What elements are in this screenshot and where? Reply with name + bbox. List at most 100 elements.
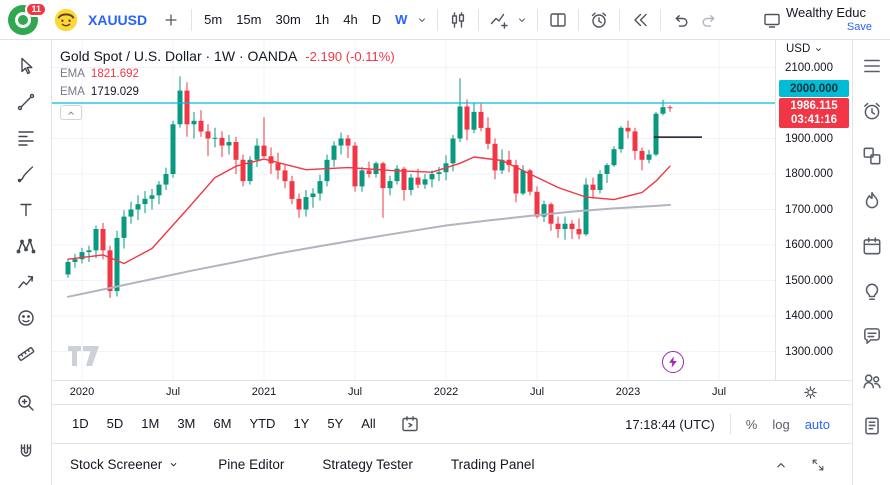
- price-tick: 1800.000: [785, 166, 833, 182]
- interval-30m[interactable]: 30m: [269, 8, 306, 32]
- alerts-panel[interactable]: [856, 91, 888, 131]
- interval-4h[interactable]: 4h: [337, 8, 363, 32]
- indicator-legend-row[interactable]: EMA1821.692: [60, 66, 395, 82]
- alert-clock-button[interactable]: [585, 6, 613, 34]
- tab-strategy-tester[interactable]: Strategy Tester: [322, 457, 413, 472]
- user-avatar[interactable]: [54, 8, 78, 32]
- chevron-down-icon: [167, 458, 180, 471]
- auto-scale-toggle[interactable]: auto: [805, 417, 830, 432]
- gear-icon[interactable]: [802, 384, 819, 401]
- indicator-legend: EMA1821.692 EMA1719.029: [60, 66, 395, 100]
- time-tick-Jul[interactable]: Jul: [712, 386, 726, 398]
- hotlists-panel[interactable]: [856, 181, 888, 221]
- range-5Y[interactable]: 5Y: [319, 411, 351, 437]
- clock[interactable]: 17:18:44 (UTC): [625, 417, 715, 432]
- log-scale-toggle[interactable]: log: [772, 417, 789, 432]
- chart-change: -2.190 (-0.11%): [305, 49, 394, 64]
- zoom-tool[interactable]: [7, 385, 45, 421]
- interval-D[interactable]: D: [366, 8, 387, 32]
- emoji-tool[interactable]: [7, 300, 45, 336]
- save-layout-button[interactable]: [758, 6, 786, 34]
- measure-tool[interactable]: [7, 336, 45, 372]
- tab-label: Strategy Tester: [322, 457, 413, 472]
- tab-pine-editor[interactable]: Pine Editor: [218, 457, 284, 472]
- time-tick-2023[interactable]: 2023: [616, 386, 640, 398]
- community-panel[interactable]: [856, 361, 888, 401]
- separator: [437, 9, 438, 31]
- range-1Y[interactable]: 1Y: [285, 411, 317, 437]
- time-tick-2020[interactable]: 2020: [70, 386, 94, 398]
- percent-scale-toggle[interactable]: %: [746, 417, 758, 432]
- xabcd-pattern-tool[interactable]: [7, 228, 45, 264]
- currency-label: USD: [786, 43, 810, 55]
- chevron-down-button[interactable]: [513, 6, 531, 34]
- chevron-up-icon[interactable]: [772, 456, 790, 474]
- trend-line-tool[interactable]: [7, 84, 45, 120]
- range-6M[interactable]: 6M: [205, 411, 239, 437]
- interval-W[interactable]: W: [389, 8, 413, 32]
- interval-15m[interactable]: 15m: [230, 8, 267, 32]
- tab-trading-panel[interactable]: Trading Panel: [451, 457, 535, 472]
- brush-tool[interactable]: [7, 156, 45, 192]
- chart-title-row[interactable]: Gold Spot / U.S. Dollar · 1W · OANDA -2.1…: [60, 48, 395, 64]
- date-range-switcher: 1D5D1M3M6MYTD1Y5YAll: [64, 411, 384, 437]
- fib-icon: [16, 128, 36, 148]
- interval-1h[interactable]: 1h: [309, 8, 335, 32]
- indicators-button[interactable]: [485, 6, 513, 34]
- text-tool[interactable]: [7, 192, 45, 228]
- magnet-tool[interactable]: [7, 434, 45, 470]
- layout-grid-icon: [548, 10, 568, 30]
- zoom-icon: [16, 393, 36, 413]
- maximize-icon[interactable]: [810, 457, 826, 473]
- symbol-button[interactable]: XAUUSD: [88, 12, 147, 28]
- replay-button[interactable]: [626, 6, 654, 34]
- interval-5m[interactable]: 5m: [198, 8, 228, 32]
- time-tick-2022[interactable]: 2022: [434, 386, 458, 398]
- calendar-panel[interactable]: [856, 226, 888, 266]
- time-tick-Jul[interactable]: Jul: [166, 386, 180, 398]
- time-tick-Jul[interactable]: Jul: [348, 386, 362, 398]
- range-All[interactable]: All: [353, 411, 383, 437]
- range-3M[interactable]: 3M: [169, 411, 203, 437]
- undo-button[interactable]: [667, 6, 695, 34]
- app-logo[interactable]: 11: [8, 5, 38, 35]
- indicator-name: EMA: [60, 68, 85, 80]
- cursor-tool[interactable]: [7, 48, 45, 84]
- watchlist-panel[interactable]: [856, 46, 888, 86]
- range-5D[interactable]: 5D: [99, 411, 132, 437]
- price-scale[interactable]: USD 2000.000 1986.115 03:41:16 2100.0001…: [775, 40, 852, 380]
- add-symbol-button[interactable]: [157, 6, 185, 34]
- chat-panel[interactable]: [856, 316, 888, 356]
- alert-price-label[interactable]: 2000.000: [779, 80, 849, 97]
- candles-button[interactable]: [444, 6, 472, 34]
- account-menu[interactable]: Wealthy Educ Save: [786, 5, 890, 35]
- object-tree-panel[interactable]: [856, 136, 888, 176]
- range-YTD[interactable]: YTD: [241, 411, 283, 437]
- time-scale[interactable]: 2020 Jul 2021 Jul 2022 Jul 2023 Jul: [52, 380, 852, 404]
- notebook-panel[interactable]: [856, 406, 888, 446]
- indicator-line-ema[interactable]: [68, 205, 670, 297]
- ideas-panel[interactable]: [856, 271, 888, 311]
- indicator-legend-row[interactable]: EMA1719.029: [60, 84, 395, 100]
- interval-chevron-button[interactable]: [413, 6, 431, 34]
- undo-icon: [671, 10, 691, 30]
- forecast-tool[interactable]: [7, 264, 45, 300]
- tab-stock-screener[interactable]: Stock Screener: [70, 457, 180, 472]
- price-tick: 1300.000: [785, 344, 833, 360]
- time-tick-Jul[interactable]: Jul: [530, 386, 544, 398]
- range-1M[interactable]: 1M: [133, 411, 167, 437]
- fib-retracement-tool[interactable]: [7, 120, 45, 156]
- go-to-date-button[interactable]: [396, 410, 424, 438]
- indicator-name: EMA: [60, 86, 85, 98]
- currency-selector[interactable]: USD: [786, 43, 824, 55]
- chevron-down-icon: [515, 13, 529, 27]
- chart-legend: Gold Spot / U.S. Dollar · 1W · OANDA -2.1…: [60, 48, 395, 120]
- time-tick-2021[interactable]: 2021: [252, 386, 276, 398]
- redo-button[interactable]: [695, 6, 723, 34]
- save-layout-label[interactable]: Save: [786, 21, 888, 35]
- chart-title: Gold Spot / U.S. Dollar · 1W · OANDA: [60, 48, 297, 64]
- collapse-legend-button[interactable]: [60, 105, 82, 120]
- layout-grid-button[interactable]: [544, 6, 572, 34]
- boost-icon[interactable]: [662, 351, 684, 373]
- range-1D[interactable]: 1D: [64, 411, 97, 437]
